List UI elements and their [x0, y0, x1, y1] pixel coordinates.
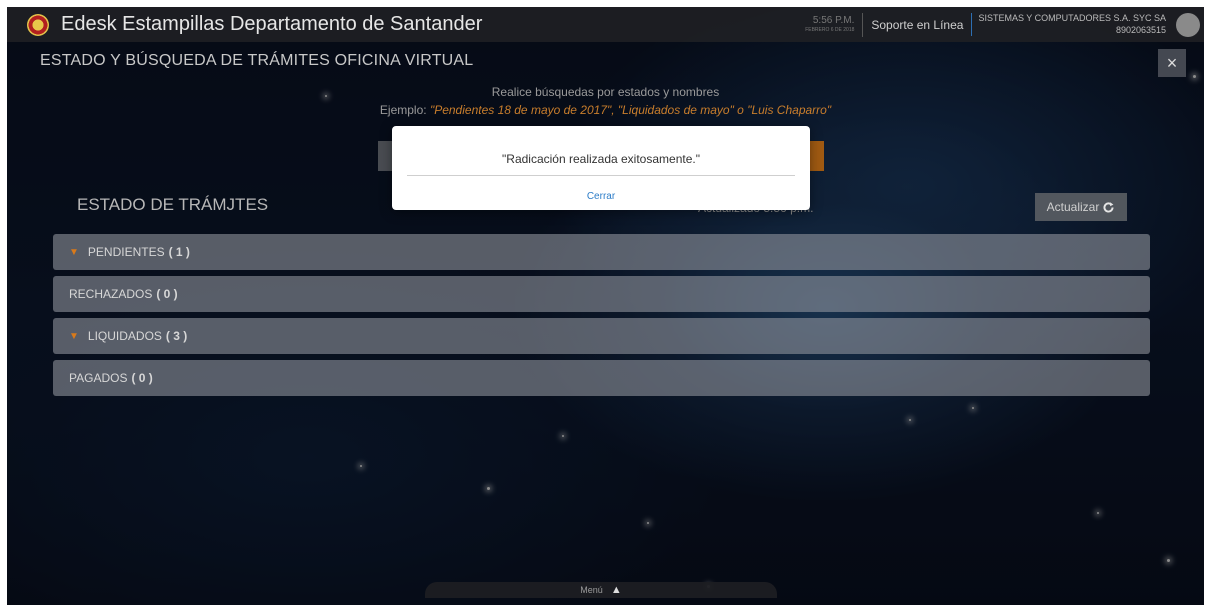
page-title: ESTADO Y BÚSQUEDA DE TRÁMITES OFICINA VI… [40, 52, 474, 69]
clock-date: FEBRERO 6 DE 2018 [805, 27, 855, 33]
bottom-menu-toggle[interactable]: Menú ▲ [425, 582, 777, 598]
app-title: Edesk Estampillas Departamento de Santan… [61, 13, 483, 35]
success-dialog: "Radicación realizada exitosamente." Cer… [392, 126, 810, 210]
status-row-label: RECHAZADOS [69, 287, 153, 301]
dialog-divider [407, 175, 795, 176]
header-right: 5:56 P.M. FEBRERO 6 DE 2018 Soporte en L… [805, 7, 1204, 42]
support-link[interactable]: Soporte en Línea [863, 18, 971, 32]
status-row-count: ( 1 ) [168, 245, 190, 259]
dialog-close-button[interactable]: Cerrar [392, 191, 810, 202]
status-row-label: LIQUIDADOS [87, 329, 162, 343]
status-row-count: ( 0 ) [131, 371, 153, 385]
bottom-menu-label: Menú [580, 585, 603, 595]
status-row-label: PAGADOS [69, 371, 128, 385]
clock: 5:56 P.M. FEBRERO 6 DE 2018 [805, 16, 862, 33]
user-avatar-icon[interactable] [1176, 12, 1200, 37]
refresh-icon [1103, 201, 1114, 212]
status-row-label: PENDIENTES [87, 245, 165, 259]
status-row-rechazados[interactable]: RECHAZADOS ( 0 ) [53, 276, 1150, 312]
close-panel-button[interactable]: × [1158, 49, 1186, 77]
chevron-up-icon: ▲ [610, 584, 622, 596]
status-row-pagados[interactable]: PAGADOS ( 0 ) [53, 360, 1150, 396]
section-title: ESTADO DE TRÁMJTES [77, 195, 269, 214]
dialog-message: "Radicación realizada exitosamente." [502, 152, 700, 166]
status-row-liquidados[interactable]: ▼ LIQUIDADOS ( 3 ) [53, 318, 1150, 354]
refresh-button-label: Actualizar [1046, 200, 1100, 214]
refresh-button[interactable]: Actualizar [1035, 193, 1127, 221]
search-example: Ejemplo: "Pendientes 18 de mayo de 2017"… [0, 103, 1211, 117]
status-row-pendientes[interactable]: ▼ PENDIENTES ( 1 ) [53, 234, 1150, 270]
search-example-prefix: Ejemplo: [379, 103, 430, 117]
company-id: 8902063515 [1115, 24, 1166, 35]
status-row-count: ( 3 ) [165, 329, 188, 343]
clock-time: 5:56 P.M. [812, 15, 855, 26]
status-row-count: ( 0 ) [156, 287, 178, 301]
search-example-text: "Pendientes 18 de mayo de 2017", "Liquid… [429, 103, 832, 117]
company-name: SISTEMAS Y COMPUTADORES S.A. SYC SA [978, 13, 1166, 24]
search-hint: Realice búsquedas por estados y nombres [491, 85, 720, 99]
caret-down-icon: ▼ [69, 330, 79, 342]
department-logo-icon [27, 13, 49, 36]
company-info[interactable]: SISTEMAS Y COMPUTADORES S.A. SYC SA 8902… [971, 13, 1172, 36]
caret-down-icon: ▼ [69, 246, 79, 258]
top-bar: Edesk Estampillas Departamento de Santan… [7, 7, 1204, 42]
